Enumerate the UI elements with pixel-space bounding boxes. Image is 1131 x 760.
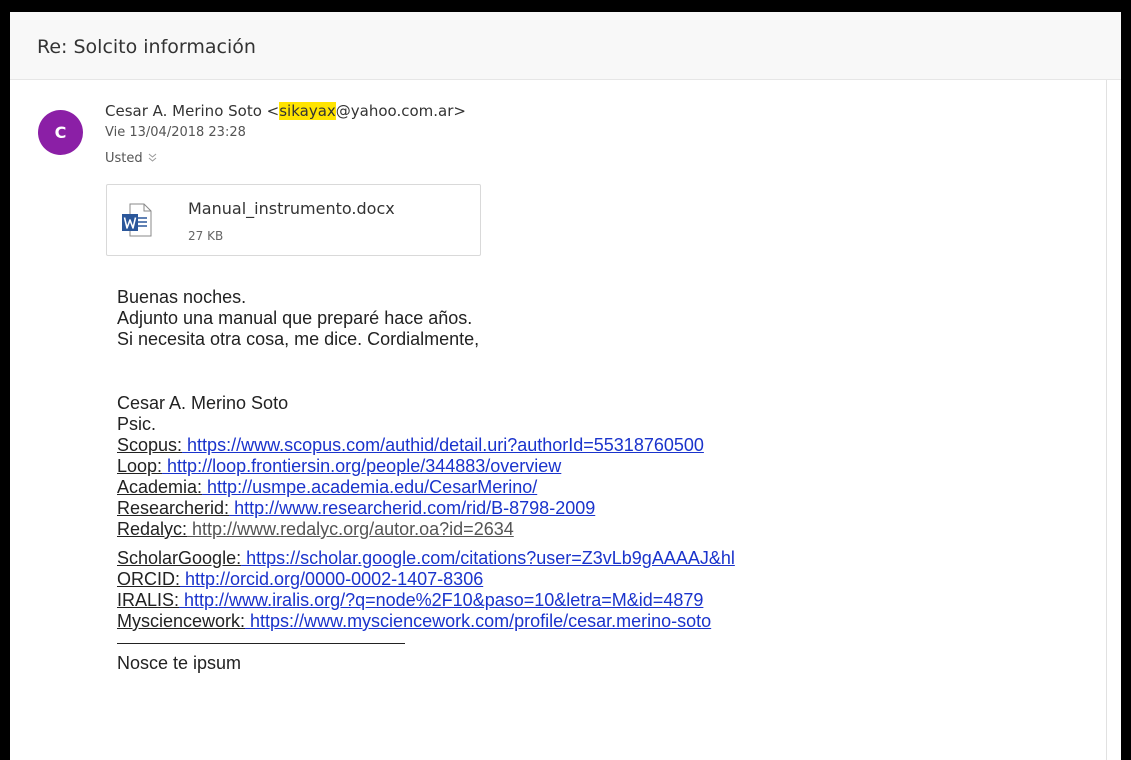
signature-motto: Nosce te ipsum [117, 653, 242, 673]
mysciencework-link[interactable]: https://www.mysciencework.com/profile/ce… [245, 611, 711, 631]
attachment-card[interactable]: Manual_instrumento.docx 27 KB [106, 184, 481, 256]
link-label: Academia: [117, 477, 203, 497]
signature-link-row: Researcherid: http://www.researcherid.co… [117, 498, 735, 519]
attachment-filename: Manual_instrumento.docx [188, 199, 395, 218]
link-label: Researcherid: [117, 498, 230, 518]
signature-link-row: Scopus: https://www.scopus.com/authid/de… [117, 435, 735, 456]
email-subject: Re: Solcito información [37, 36, 256, 58]
word-doc-icon [122, 203, 152, 237]
signature-name: Cesar A. Merino Soto [117, 393, 289, 413]
body-line: Si necesita otra cosa, me dice. Cordialm… [117, 329, 480, 349]
link-label: Scopus: [117, 435, 183, 455]
sender-email-highlight: sikayax [279, 102, 336, 120]
signature-link-row: ORCID: http://orcid.org/0000-0002-1407-8… [117, 569, 735, 590]
scholar-google-link[interactable]: https://scholar.google.com/citations?use… [241, 548, 735, 568]
body-greeting: Buenas noches. [117, 287, 247, 307]
attachment-size: 27 KB [188, 229, 224, 243]
sender-avatar[interactable]: C [38, 110, 83, 155]
researcherid-link[interactable]: http://www.researcherid.com/rid/B-8798-2… [229, 498, 595, 518]
email-body: Buenas noches. Adjunto una manual que pr… [117, 287, 735, 674]
loop-link[interactable]: http://loop.frontiersin.org/people/34488… [162, 456, 561, 476]
double-chevron-down-icon[interactable] [148, 153, 157, 165]
signature-link-row: Mysciencework: https://www.mysciencework… [117, 611, 735, 632]
link-label: IRALIS: [117, 590, 180, 610]
link-label: ORCID: [117, 569, 180, 589]
signature-link-row: Loop: http://loop.frontiersin.org/people… [117, 456, 735, 477]
subject-bar: Re: Solcito información [10, 12, 1121, 80]
recipient-toggle[interactable]: Usted [105, 151, 157, 166]
signature-spacer [117, 540, 735, 548]
body-spacer [117, 350, 735, 393]
signature-link-row: Academia: http://usmpe.academia.edu/Cesa… [117, 477, 735, 498]
signature-title: Psic. [117, 414, 157, 434]
link-label: ScholarGoogle: [117, 548, 242, 568]
email-reading-pane: Re: Solcito información C Cesar A. Merin… [10, 12, 1121, 760]
message-edge-divider [1106, 80, 1107, 760]
recipient-label: Usted [105, 151, 143, 166]
signature-link-row: IRALIS: http://www.iralis.org/?q=node%2F… [117, 590, 735, 611]
body-line: Adjunto una manual que preparé hace años… [117, 308, 473, 328]
scopus-link[interactable]: https://www.scopus.com/authid/detail.uri… [182, 435, 704, 455]
orcid-link[interactable]: http://orcid.org/0000-0002-1407-8306 [180, 569, 483, 589]
sender-line[interactable]: Cesar A. Merino Soto <sikayax@yahoo.com.… [105, 102, 466, 120]
avatar-initial: C [54, 123, 67, 142]
signature-divider [117, 632, 735, 653]
iralis-link[interactable]: http://www.iralis.org/?q=node%2F10&paso=… [179, 590, 703, 610]
link-label: Mysciencework: [117, 611, 246, 631]
academia-link[interactable]: http://usmpe.academia.edu/CesarMerino/ [202, 477, 537, 497]
redalyc-link[interactable]: http://www.redalyc.org/autor.oa?id=2634 [187, 519, 514, 539]
sender-name: Cesar A. Merino Soto < [105, 102, 280, 120]
link-label: Loop: [117, 456, 163, 476]
link-label: Redalyc: [117, 519, 188, 539]
signature-link-row: ScholarGoogle: https://scholar.google.co… [117, 548, 735, 569]
sender-email-domain: @yahoo.com.ar> [335, 102, 466, 120]
sent-date: Vie 13/04/2018 23:28 [105, 125, 246, 140]
signature-link-row: Redalyc: http://www.redalyc.org/autor.oa… [117, 519, 735, 540]
